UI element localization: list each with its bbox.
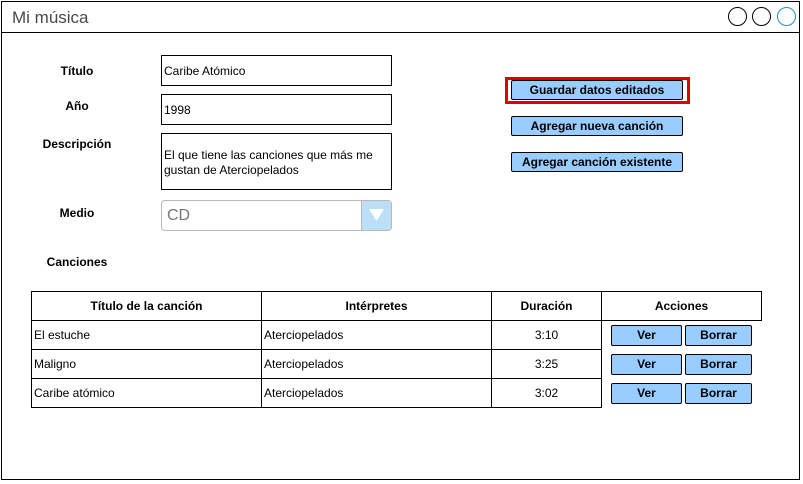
ver-button[interactable]: Ver xyxy=(611,325,682,346)
title-bar: Mi música xyxy=(2,2,799,33)
dropdown-toggle[interactable] xyxy=(361,201,391,230)
medio-label: Medio xyxy=(59,206,95,220)
canciones-label: Canciones xyxy=(46,255,108,269)
window-title: Mi música xyxy=(12,8,89,27)
window-close-button[interactable] xyxy=(777,7,796,26)
descripcion-textarea[interactable]: El que tiene las canciones que más me gu… xyxy=(161,133,392,190)
agregar-cancion-existente-button[interactable]: Agregar canción existente xyxy=(511,152,683,172)
anio-input[interactable]: 1998 xyxy=(161,94,392,125)
titulo-label: Título xyxy=(60,64,94,78)
song-title-cell: El estuche xyxy=(31,320,262,350)
guardar-datos-button[interactable]: Guardar datos editados xyxy=(511,80,683,100)
song-artist-cell: Aterciopelados xyxy=(261,378,492,408)
song-actions-cell: Ver Borrar xyxy=(602,321,762,350)
song-actions-cell: Ver Borrar xyxy=(602,350,762,379)
column-header-interpretes: Intérpretes xyxy=(261,291,492,321)
borrar-button[interactable]: Borrar xyxy=(685,382,752,404)
column-header-duracion: Duración xyxy=(491,291,602,321)
medio-selected-value: CD xyxy=(167,207,191,224)
triangle-down-icon xyxy=(369,209,384,221)
window-maximize-button[interactable] xyxy=(752,7,771,26)
song-actions-cell: Ver Borrar xyxy=(602,379,762,408)
column-header-acciones: Acciones xyxy=(601,291,762,321)
borrar-button[interactable]: Borrar xyxy=(685,353,752,375)
agregar-nueva-cancion-button[interactable]: Agregar nueva canción xyxy=(511,116,683,136)
songs-table: Título de la canción Intérpretes Duració… xyxy=(31,291,762,408)
titulo-input[interactable]: Caribe Atómico xyxy=(161,55,392,86)
song-artist-cell: Aterciopelados xyxy=(261,349,492,379)
song-title-cell: Caribe atómico xyxy=(31,378,262,408)
medio-dropdown[interactable]: CD xyxy=(161,200,392,231)
column-header-titulo: Título de la canción xyxy=(31,291,262,321)
table-row: El estuche Aterciopelados 3:10 Ver Borra… xyxy=(31,320,762,350)
borrar-button[interactable]: Borrar xyxy=(685,325,752,346)
song-duration-cell: 3:02 xyxy=(491,378,602,408)
ver-button[interactable]: Ver xyxy=(611,353,682,375)
song-duration-cell: 3:25 xyxy=(491,349,602,379)
table-header-row: Título de la canción Intérpretes Duració… xyxy=(31,291,762,321)
descripcion-label: Descripción xyxy=(42,137,112,151)
app-window: Mi música xyxy=(1,1,800,480)
table-row: Maligno Aterciopelados 3:25 Ver Borrar xyxy=(31,349,762,379)
window-minimize-button[interactable] xyxy=(728,7,747,26)
table-row: Caribe atómico Aterciopelados 3:02 Ver B… xyxy=(31,378,762,408)
ver-button[interactable]: Ver xyxy=(611,382,682,404)
song-title-cell: Maligno xyxy=(31,349,262,379)
song-artist-cell: Aterciopelados xyxy=(261,320,492,350)
song-duration-cell: 3:10 xyxy=(491,320,602,350)
anio-label: Año xyxy=(65,99,89,113)
